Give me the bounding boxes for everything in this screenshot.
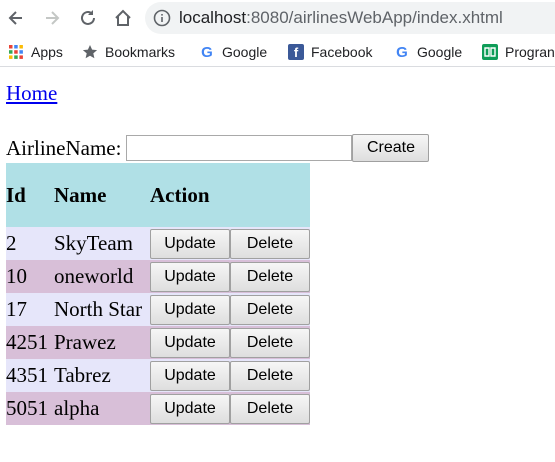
update-button[interactable]: Update <box>150 228 230 259</box>
cell-name: alpha <box>54 392 150 425</box>
table-header-row: Id Name Action <box>6 163 310 227</box>
bookmark-label: Progran <box>505 44 555 60</box>
home-link[interactable]: Home <box>6 81 57 106</box>
bookmark-label: Google <box>417 44 463 60</box>
cell-name: SkyTeam <box>54 227 150 260</box>
update-button[interactable]: Update <box>150 327 230 358</box>
google-icon: G <box>201 43 213 61</box>
bookmarks-bar: Apps Bookmarks G Google f Facebook G Goo… <box>0 36 555 67</box>
url-host: localhost <box>179 8 247 27</box>
airlines-table: Id Name Action 2 SkyTeam Update Delete 10… <box>6 163 310 425</box>
header-id: Id <box>6 163 54 227</box>
cell-name: oneworld <box>54 260 150 293</box>
bookmark-apps[interactable]: Apps <box>8 42 63 62</box>
create-button[interactable]: Create <box>352 134 430 162</box>
bookmark-label: Bookmarks <box>105 44 176 60</box>
bookmark-bookmarks[interactable]: Bookmarks <box>82 42 175 62</box>
cell-id: 4251 <box>6 326 54 359</box>
cell-id: 10 <box>6 260 54 293</box>
delete-button[interactable]: Delete <box>230 327 310 358</box>
cell-id: 5051 <box>6 392 54 425</box>
bookmark-facebook[interactable]: f Facebook <box>288 42 372 62</box>
cell-id: 4351 <box>6 359 54 392</box>
create-airline-form: AirlineName: Create <box>6 134 430 162</box>
reload-icon[interactable] <box>76 6 100 30</box>
bookmark-label: Apps <box>31 44 63 60</box>
bookmark-program[interactable]: Progran <box>482 42 555 62</box>
delete-button[interactable]: Delete <box>230 261 310 292</box>
header-action: Action <box>150 163 310 227</box>
table-row: 2 SkyTeam Update Delete <box>6 227 310 260</box>
delete-button[interactable]: Delete <box>230 393 310 424</box>
delete-button[interactable]: Delete <box>230 228 310 259</box>
table-row: 4251 Prawez Update Delete <box>6 326 310 359</box>
airline-name-label: AirlineName: <box>6 135 122 160</box>
url-path: :8080/airlinesWebApp/index.xhtml <box>246 8 503 27</box>
cell-actions: Update Delete <box>150 392 310 425</box>
table-row: 4351 Tabrez Update Delete <box>6 359 310 392</box>
update-button[interactable]: Update <box>150 360 230 391</box>
apps-grid-icon <box>8 44 24 60</box>
info-icon[interactable] <box>153 9 171 27</box>
cell-name: Tabrez <box>54 359 150 392</box>
cell-id: 17 <box>6 293 54 326</box>
google-icon: G <box>396 43 408 61</box>
cell-actions: Update Delete <box>150 359 310 392</box>
home-icon[interactable] <box>111 6 135 30</box>
cell-name: Prawez <box>54 326 150 359</box>
delete-button[interactable]: Delete <box>230 294 310 325</box>
bookmark-google-1[interactable]: G Google <box>199 42 267 62</box>
cell-id: 2 <box>6 227 54 260</box>
browser-toolbar: localhost:8080/airlinesWebApp/index.xhtm… <box>0 0 555 36</box>
table-row: 5051 alpha Update Delete <box>6 392 310 425</box>
facebook-icon: f <box>288 44 304 60</box>
bookmark-label: Facebook <box>311 44 373 60</box>
table-row: 17 North Star Update Delete <box>6 293 310 326</box>
delete-button[interactable]: Delete <box>230 360 310 391</box>
header-name: Name <box>54 163 150 227</box>
airline-name-input[interactable] <box>126 135 353 161</box>
bookmark-google-2[interactable]: G Google <box>394 42 462 62</box>
url-text: localhost:8080/airlinesWebApp/index.xhtm… <box>179 8 503 28</box>
cell-actions: Update Delete <box>150 260 310 293</box>
cell-actions: Update Delete <box>150 227 310 260</box>
page-content: Home AirlineName: Create Id Name Action … <box>0 67 555 462</box>
update-button[interactable]: Update <box>150 261 230 292</box>
back-arrow-icon[interactable] <box>4 6 28 30</box>
book-icon <box>482 44 498 60</box>
update-button[interactable]: Update <box>150 393 230 424</box>
address-bar[interactable]: localhost:8080/airlinesWebApp/index.xhtm… <box>145 2 555 34</box>
star-icon <box>82 44 98 60</box>
cell-name: North Star <box>54 293 150 326</box>
forward-arrow-icon[interactable] <box>40 6 64 30</box>
update-button[interactable]: Update <box>150 294 230 325</box>
table-row: 10 oneworld Update Delete <box>6 260 310 293</box>
cell-actions: Update Delete <box>150 293 310 326</box>
cell-actions: Update Delete <box>150 326 310 359</box>
bookmark-label: Google <box>222 44 268 60</box>
